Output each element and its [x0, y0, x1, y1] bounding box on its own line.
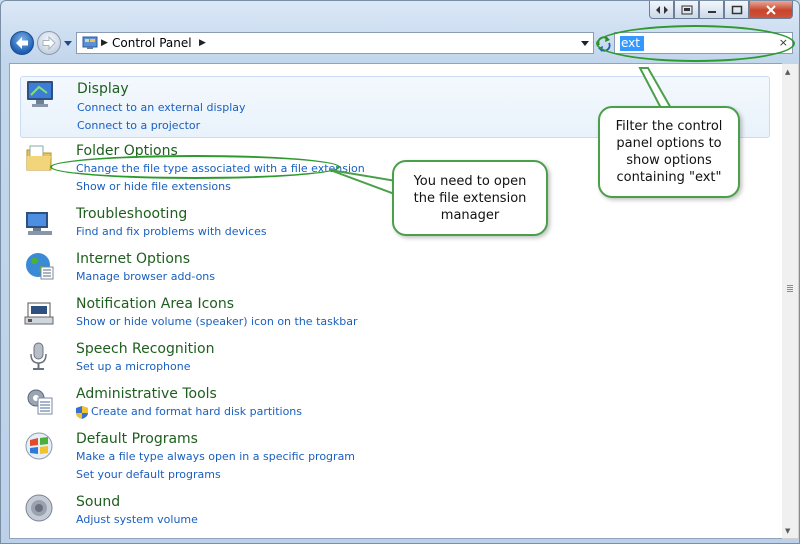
item-link[interactable]: Find and fix problems with devices: [76, 225, 267, 238]
control-panel-window: ▶ Control Panel ▶ ext × Display Connect …: [0, 0, 800, 544]
forward-button[interactable]: [37, 31, 61, 55]
search-query[interactable]: ext: [620, 36, 644, 51]
uac-shield-icon: [76, 406, 88, 419]
item-link[interactable]: Adjust system volume: [76, 513, 198, 526]
close-button[interactable]: [749, 1, 793, 19]
item-title[interactable]: Folder Options: [76, 143, 178, 159]
admin-tools-icon: [27, 389, 53, 415]
search-input[interactable]: ext ×: [614, 32, 793, 54]
item-title[interactable]: Display: [77, 81, 129, 97]
forward-arrow-icon: [42, 35, 56, 51]
search-callout: Filter the control panel options to show…: [598, 106, 740, 198]
address-bar[interactable]: ▶ Control Panel ▶: [76, 32, 594, 54]
recent-pages-dropdown[interactable]: [64, 40, 72, 48]
address-dropdown-icon[interactable]: [579, 36, 591, 50]
display-icon: [27, 81, 53, 107]
breadcrumb[interactable]: Control Panel: [112, 36, 192, 50]
item-link[interactable]: Create and format hard disk partitions: [91, 405, 302, 418]
item-link[interactable]: Show or hide volume (speaker) icon on th…: [76, 315, 357, 328]
item-link[interactable]: Connect to a projector: [77, 119, 200, 132]
scroll-up-icon[interactable]: ▲: [785, 68, 790, 76]
microphone-icon: [30, 342, 47, 370]
item-title[interactable]: Notification Area Icons: [76, 296, 234, 312]
item-link[interactable]: Show or hide file extensions: [76, 180, 231, 193]
link-callout-text: You need to open the file extension mana…: [413, 173, 527, 223]
clear-search-icon[interactable]: ×: [779, 36, 788, 49]
speaker-icon: [25, 494, 53, 522]
result-administrative-tools[interactable]: Administrative Tools Create and format h…: [20, 385, 770, 421]
item-title[interactable]: Default Programs: [76, 431, 198, 447]
breadcrumb-arrow-icon[interactable]: ▶: [101, 38, 108, 48]
snap-icon: [655, 5, 668, 14]
breadcrumb-arrow-icon[interactable]: ▶: [199, 38, 206, 48]
item-link[interactable]: Set your default programs: [76, 468, 221, 481]
link-callout: You need to open the file extension mana…: [392, 160, 548, 236]
item-title[interactable]: Speech Recognition: [76, 341, 214, 357]
item-title[interactable]: Sound: [76, 494, 120, 510]
maximize-button[interactable]: [724, 1, 749, 19]
result-sound[interactable]: Sound Adjust system volume: [20, 493, 770, 529]
globe-icon: [26, 253, 54, 280]
pin-icon: [681, 5, 692, 14]
notification-icon: [24, 302, 54, 325]
item-title[interactable]: Internet Options: [76, 251, 190, 267]
vertical-scrollbar[interactable]: ▲ ▼: [782, 63, 799, 539]
item-link[interactable]: Connect to an external display: [77, 101, 246, 114]
default-programs-icon: [25, 432, 53, 460]
navigation-bar: ▶ Control Panel ▶ ext ×: [9, 31, 793, 55]
result-internet-options[interactable]: Internet Options Manage browser add-ons: [20, 250, 770, 286]
back-button[interactable]: [10, 31, 34, 55]
item-link[interactable]: Manage browser add-ons: [76, 270, 215, 283]
item-link[interactable]: Change the file type associated with a f…: [76, 162, 365, 175]
close-icon: [766, 4, 776, 15]
folder-icon: [26, 145, 52, 171]
minimize-icon: [707, 10, 716, 13]
scroll-grip-icon[interactable]: [787, 285, 793, 293]
item-title[interactable]: Troubleshooting: [76, 206, 187, 222]
result-notification-area-icons[interactable]: Notification Area Icons Show or hide vol…: [20, 295, 770, 331]
item-title[interactable]: Administrative Tools: [76, 386, 217, 402]
back-arrow-icon: [16, 37, 28, 49]
scroll-down-icon[interactable]: ▼: [785, 527, 790, 535]
refresh-icon[interactable]: [596, 34, 612, 52]
search-callout-text: Filter the control panel options to show…: [615, 119, 723, 185]
result-default-programs[interactable]: Default Programs Make a file type always…: [20, 430, 770, 482]
troubleshooting-icon: [26, 212, 52, 235]
control-panel-icon: [82, 36, 98, 49]
pin-button[interactable]: [674, 1, 699, 19]
item-link[interactable]: Make a file type always open in a specif…: [76, 450, 355, 463]
minimize-button[interactable]: [699, 1, 724, 19]
maximize-icon: [731, 5, 742, 14]
result-speech-recognition[interactable]: Speech Recognition Set up a microphone: [20, 340, 770, 376]
snap-button[interactable]: [649, 1, 674, 19]
caption-buttons: [649, 1, 793, 19]
item-link[interactable]: Set up a microphone: [76, 360, 191, 373]
